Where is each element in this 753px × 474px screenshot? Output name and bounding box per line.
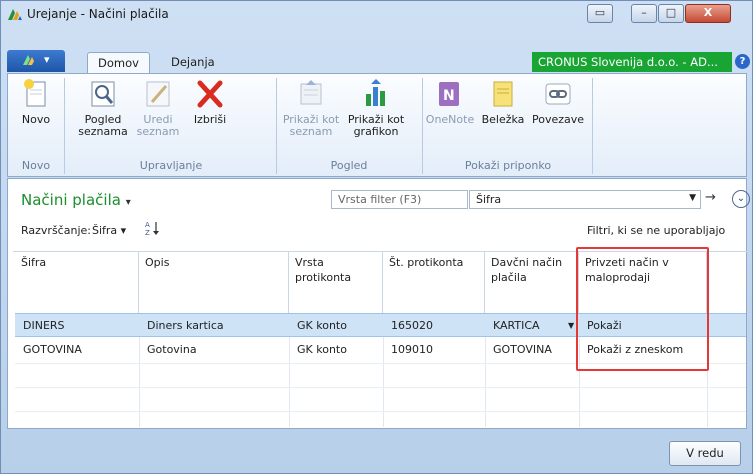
onenote-label: OneNote bbox=[425, 113, 475, 126]
app-icon bbox=[8, 9, 22, 20]
note-label: Beležka bbox=[481, 113, 525, 126]
column-header[interactable]: Davčni način plačila bbox=[485, 251, 579, 313]
minimize-button[interactable]: – bbox=[631, 4, 657, 23]
company-badge[interactable]: CRONUS Slovenija d.o.o. - AD... bbox=[532, 52, 732, 72]
edit-list-icon bbox=[146, 81, 170, 107]
column-header[interactable]: Št. protikonta bbox=[383, 251, 485, 313]
delete-button[interactable]: Izbriši bbox=[188, 78, 232, 126]
chevron-down-icon: ▼ bbox=[689, 193, 696, 203]
page-title[interactable]: Načini plačila ▾ bbox=[21, 191, 131, 209]
show-as-list-button[interactable]: Prikaži kot seznam bbox=[282, 78, 340, 138]
show-list-icon bbox=[300, 80, 322, 105]
cell-account-no[interactable]: 165020 bbox=[383, 314, 441, 338]
chevron-down-icon[interactable]: ▼ bbox=[568, 321, 574, 330]
filter-field-value: Šifra bbox=[476, 193, 502, 206]
delete-label: Izbriši bbox=[193, 113, 227, 126]
cell-account-no[interactable]: 109010 bbox=[383, 338, 441, 362]
sort-label: Razvrščanje: bbox=[21, 224, 91, 237]
new-document-icon bbox=[24, 79, 46, 107]
view-list-label: Pogled seznama bbox=[78, 113, 128, 138]
group-label-attachments: Pokaži priponko bbox=[464, 159, 552, 172]
delete-icon bbox=[197, 80, 223, 108]
tab-actions[interactable]: Dejanja bbox=[161, 52, 225, 73]
filter-input[interactable]: Vrsta filter (F3) bbox=[331, 190, 468, 209]
maximize-button[interactable]: □ bbox=[658, 4, 684, 23]
links-button[interactable]: Povezave bbox=[530, 78, 586, 126]
row-divider bbox=[15, 387, 746, 388]
svg-text:N: N bbox=[443, 88, 455, 104]
note-button[interactable]: Beležka bbox=[478, 78, 528, 126]
close-button[interactable]: X bbox=[685, 4, 731, 23]
cell-description[interactable]: Diners kartica bbox=[139, 314, 232, 338]
view-list-button[interactable]: Pogled seznama bbox=[74, 78, 132, 138]
show-chart-label: Prikaži kot grafikon bbox=[347, 113, 405, 138]
sort-field-select[interactable]: Šifra ▾ bbox=[92, 224, 126, 237]
app-menu-caret: ▾ bbox=[43, 53, 50, 66]
link-icon bbox=[545, 83, 571, 105]
ribbon-separator bbox=[64, 78, 65, 174]
show-list-label: Prikaži kot seznam bbox=[282, 113, 340, 138]
window: Urejanje - Načini plačila ▭ – □ X ▾ Domo… bbox=[0, 0, 753, 474]
view-list-icon bbox=[91, 81, 115, 107]
cell-account-type[interactable]: GK konto bbox=[289, 338, 355, 362]
ribbon-separator bbox=[276, 78, 277, 174]
cell-account-type[interactable]: GK konto bbox=[289, 314, 355, 338]
window-title: Urejanje - Načini plačila bbox=[27, 7, 169, 21]
onenote-icon: N bbox=[439, 82, 459, 106]
title-bar: Urejanje - Načini plačila ▭ – □ X bbox=[1, 1, 752, 27]
filters-note: Filtri, ki se ne uporabljajo bbox=[587, 224, 726, 237]
svg-text:A: A bbox=[145, 221, 150, 229]
ribbon: Novo Pogledseznama Urediseznam Izbriši bbox=[7, 73, 747, 177]
group-label-view: Pogled bbox=[330, 159, 368, 172]
filter-field-select[interactable]: Šifra ▼ bbox=[469, 190, 701, 209]
collapse-icon[interactable]: ⌄ bbox=[732, 190, 750, 208]
restore-icon[interactable]: ▭ bbox=[587, 4, 613, 23]
page-title-caret: ▾ bbox=[125, 197, 131, 208]
cell-tax-method[interactable]: GOTOVINA bbox=[485, 338, 560, 362]
sort-direction-icon[interactable]: A Z bbox=[144, 220, 162, 239]
highlight-box bbox=[576, 247, 709, 371]
tab-home[interactable]: Domov bbox=[87, 52, 150, 73]
svg-text:Z: Z bbox=[145, 229, 150, 236]
edit-list-button[interactable]: Uredi seznam bbox=[134, 78, 182, 138]
new-button[interactable]: Novo bbox=[16, 78, 56, 126]
row-divider bbox=[15, 411, 746, 412]
edit-list-label: Uredi seznam bbox=[136, 113, 180, 138]
column-header[interactable]: Šifra bbox=[15, 251, 139, 313]
group-label-manage: Upravljanje bbox=[139, 159, 203, 172]
app-logo-icon bbox=[23, 55, 35, 65]
cell-code[interactable]: GOTOVINA bbox=[15, 338, 90, 362]
app-menu-button[interactable]: ▾ bbox=[7, 50, 65, 72]
column-header[interactable]: Opis bbox=[139, 251, 289, 313]
ok-button[interactable]: V redu bbox=[669, 441, 741, 466]
chart-icon bbox=[366, 79, 385, 106]
new-label: Novo bbox=[21, 113, 51, 126]
arrow-right-icon[interactable]: → bbox=[705, 190, 716, 205]
column-header[interactable]: Vrsta protikonta bbox=[289, 251, 383, 313]
cell-code[interactable]: DINERS bbox=[15, 314, 73, 338]
ribbon-separator bbox=[592, 78, 593, 174]
help-icon[interactable]: ? bbox=[735, 54, 750, 69]
ribbon-separator bbox=[422, 78, 423, 174]
group-label-new: Novo bbox=[21, 159, 51, 172]
links-label: Povezave bbox=[531, 113, 585, 126]
show-as-chart-button[interactable]: Prikaži kot grafikon bbox=[342, 78, 410, 138]
note-icon bbox=[493, 81, 513, 107]
cell-tax-method[interactable]: KARTICA bbox=[485, 314, 548, 338]
cell-description[interactable]: Gotovina bbox=[139, 338, 205, 362]
onenote-button[interactable]: N OneNote bbox=[424, 78, 476, 126]
